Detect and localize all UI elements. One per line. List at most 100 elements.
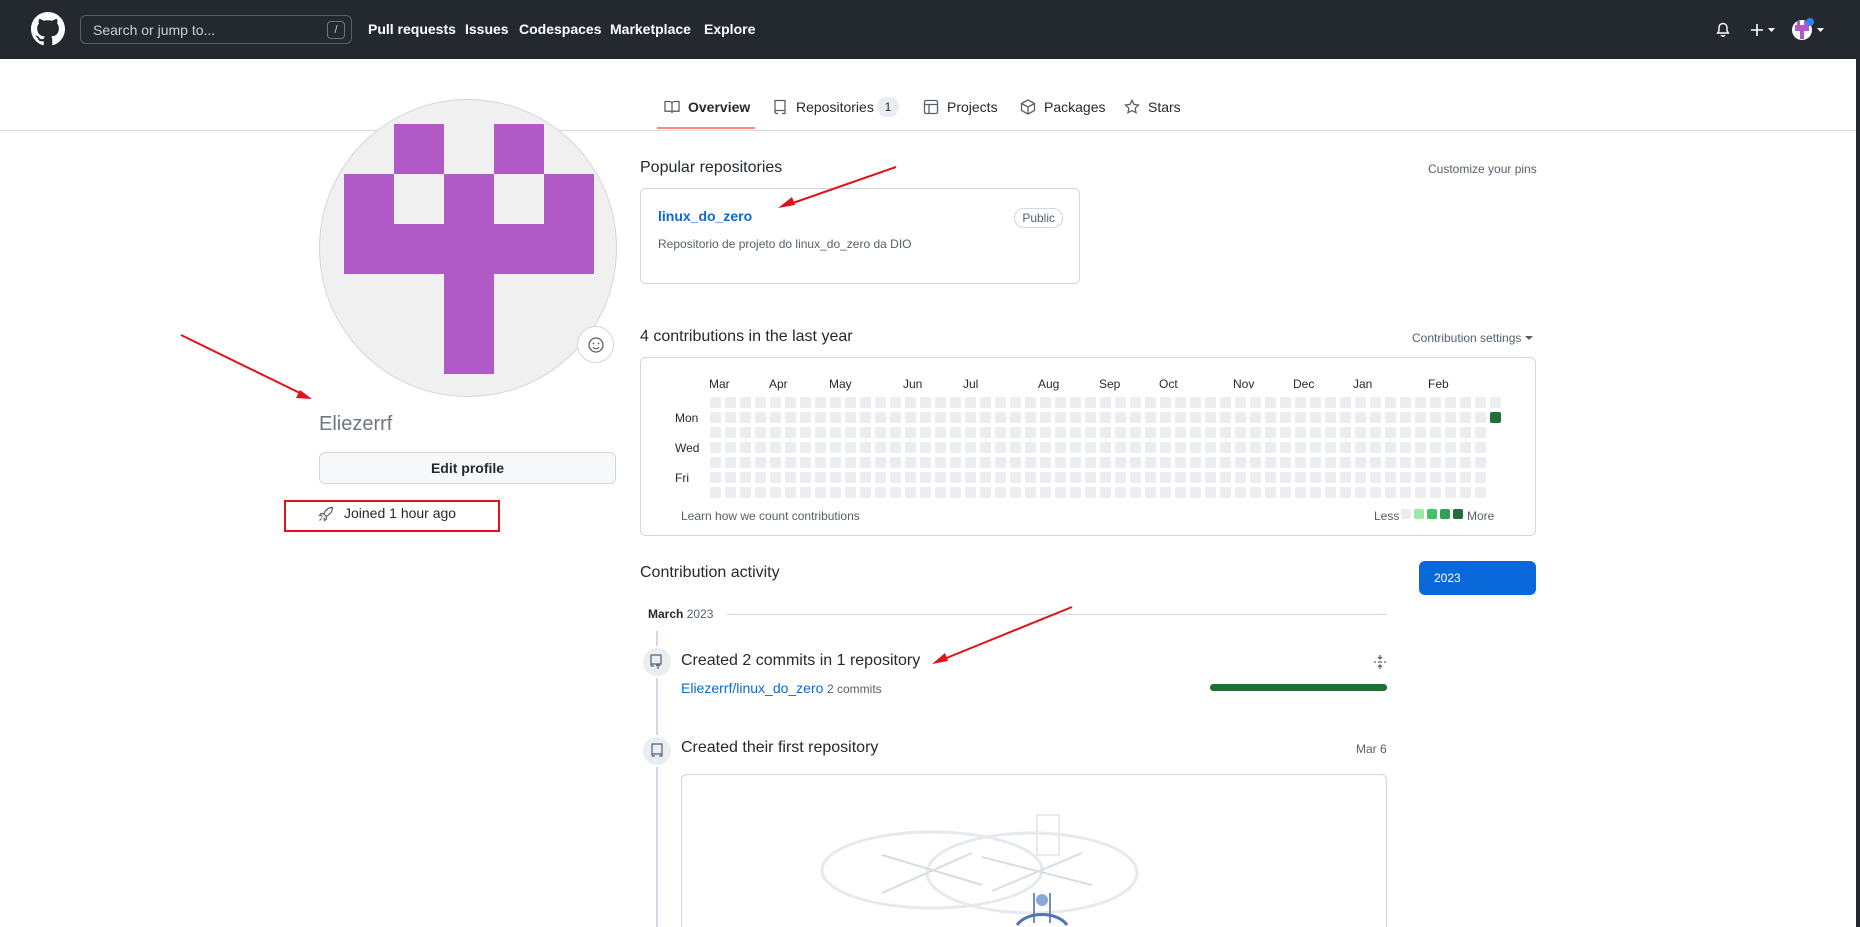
contribution-day-cell[interactable] — [1340, 442, 1351, 453]
plus-icon[interactable] — [1749, 22, 1781, 38]
contribution-day-cell[interactable] — [905, 472, 916, 483]
contribution-day-cell[interactable] — [890, 487, 901, 498]
contribution-day-cell[interactable] — [1400, 487, 1411, 498]
contribution-day-cell[interactable] — [1475, 487, 1486, 498]
contribution-day-cell[interactable] — [1340, 457, 1351, 468]
contribution-day-cell[interactable] — [1205, 427, 1216, 438]
contribution-day-cell[interactable] — [1175, 472, 1186, 483]
contribution-day-cell[interactable] — [1325, 457, 1336, 468]
contribution-day-cell[interactable] — [1085, 397, 1096, 408]
bell-icon[interactable] — [1715, 22, 1731, 38]
contribution-day-cell[interactable] — [1190, 472, 1201, 483]
contribution-day-cell[interactable] — [1265, 412, 1276, 423]
contribution-day-cell[interactable] — [1295, 487, 1306, 498]
contribution-day-cell[interactable] — [1025, 487, 1036, 498]
year-2023-button[interactable]: 2023 — [1419, 561, 1536, 595]
contribution-day-cell[interactable] — [1400, 472, 1411, 483]
contribution-day-cell[interactable] — [1010, 472, 1021, 483]
contribution-day-cell[interactable] — [740, 457, 751, 468]
contribution-day-cell[interactable] — [1220, 412, 1231, 423]
contribution-day-cell[interactable] — [800, 472, 811, 483]
contribution-day-cell[interactable] — [1175, 412, 1186, 423]
learn-contributions-link[interactable]: Learn how we count contributions — [681, 509, 860, 523]
contribution-day-cell[interactable] — [785, 442, 796, 453]
contribution-day-cell[interactable] — [725, 472, 736, 483]
contribution-day-cell[interactable] — [755, 427, 766, 438]
contribution-day-cell[interactable] — [740, 487, 751, 498]
contribution-day-cell[interactable] — [1070, 412, 1081, 423]
contribution-day-cell[interactable] — [1160, 457, 1171, 468]
contribution-day-cell[interactable] — [1070, 397, 1081, 408]
contribution-day-cell[interactable] — [740, 412, 751, 423]
contribution-day-cell[interactable] — [770, 442, 781, 453]
contribution-day-cell[interactable] — [950, 457, 961, 468]
contribution-day-cell[interactable] — [1415, 442, 1426, 453]
contribution-day-cell[interactable] — [815, 487, 826, 498]
contribution-day-cell[interactable] — [1370, 412, 1381, 423]
window-scrollbar[interactable] — [1856, 0, 1860, 927]
contribution-day-cell[interactable] — [995, 472, 1006, 483]
contribution-day-cell[interactable] — [1190, 412, 1201, 423]
contribution-day-cell[interactable] — [1340, 397, 1351, 408]
contribution-day-cell[interactable] — [1475, 397, 1486, 408]
contribution-day-cell[interactable] — [1445, 487, 1456, 498]
contribution-day-cell[interactable] — [845, 457, 856, 468]
contribution-day-cell[interactable] — [710, 412, 721, 423]
contribution-day-cell[interactable] — [800, 412, 811, 423]
contribution-day-cell[interactable] — [1130, 457, 1141, 468]
contribution-day-cell[interactable] — [725, 427, 736, 438]
contribution-day-cell[interactable] — [1265, 442, 1276, 453]
contribution-day-cell[interactable] — [1115, 442, 1126, 453]
contribution-day-cell[interactable] — [1040, 442, 1051, 453]
contribution-day-cell[interactable] — [710, 427, 721, 438]
contribution-day-cell[interactable] — [875, 397, 886, 408]
contribution-day-cell[interactable] — [1310, 457, 1321, 468]
contribution-day-cell[interactable] — [1250, 457, 1261, 468]
contribution-day-cell[interactable] — [1265, 487, 1276, 498]
contribution-day-cell[interactable] — [995, 442, 1006, 453]
contribution-day-cell[interactable] — [1460, 487, 1471, 498]
contribution-day-cell[interactable] — [1385, 427, 1396, 438]
contribution-day-cell[interactable] — [1220, 457, 1231, 468]
contribution-day-cell[interactable] — [785, 397, 796, 408]
contribution-day-cell[interactable] — [1220, 427, 1231, 438]
contribution-day-cell[interactable] — [1160, 442, 1171, 453]
contribution-day-cell[interactable] — [1115, 412, 1126, 423]
avatar-menu-icon[interactable] — [1791, 17, 1829, 43]
contribution-day-cell[interactable] — [1415, 487, 1426, 498]
contribution-day-cell[interactable] — [1145, 412, 1156, 423]
contribution-day-cell[interactable] — [995, 397, 1006, 408]
contribution-day-cell[interactable] — [1160, 412, 1171, 423]
contribution-day-cell[interactable] — [800, 427, 811, 438]
contribution-day-cell[interactable] — [980, 442, 991, 453]
contribution-day-cell[interactable] — [1250, 412, 1261, 423]
contribution-day-cell[interactable] — [860, 412, 871, 423]
contribution-day-cell[interactable] — [905, 397, 916, 408]
contribution-day-cell[interactable] — [1250, 427, 1261, 438]
contribution-day-cell[interactable] — [1430, 487, 1441, 498]
contribution-day-cell[interactable] — [815, 427, 826, 438]
contribution-day-cell[interactable] — [770, 397, 781, 408]
contribution-day-cell[interactable] — [770, 427, 781, 438]
contribution-day-cell[interactable] — [1175, 457, 1186, 468]
contribution-day-cell[interactable] — [1025, 472, 1036, 483]
contribution-day-cell[interactable] — [740, 427, 751, 438]
contribution-day-cell[interactable] — [1070, 487, 1081, 498]
contribution-day-cell[interactable] — [950, 442, 961, 453]
contribution-day-cell[interactable] — [1325, 397, 1336, 408]
contribution-day-cell[interactable] — [1265, 472, 1276, 483]
contribution-day-cell[interactable] — [710, 472, 721, 483]
contribution-day-cell[interactable] — [755, 487, 766, 498]
contribution-day-cell[interactable] — [1490, 397, 1501, 408]
contribution-day-cell[interactable] — [1430, 397, 1441, 408]
contribution-day-cell[interactable] — [1460, 472, 1471, 483]
contribution-day-cell[interactable] — [1010, 487, 1021, 498]
contribution-day-cell[interactable] — [1190, 397, 1201, 408]
contribution-day-cell[interactable] — [875, 442, 886, 453]
contribution-day-cell[interactable] — [860, 442, 871, 453]
contribution-day-cell[interactable] — [890, 412, 901, 423]
contribution-day-cell[interactable] — [1010, 442, 1021, 453]
contribution-day-cell[interactable] — [1400, 412, 1411, 423]
contribution-day-cell[interactable] — [815, 412, 826, 423]
contribution-day-cell[interactable] — [935, 412, 946, 423]
